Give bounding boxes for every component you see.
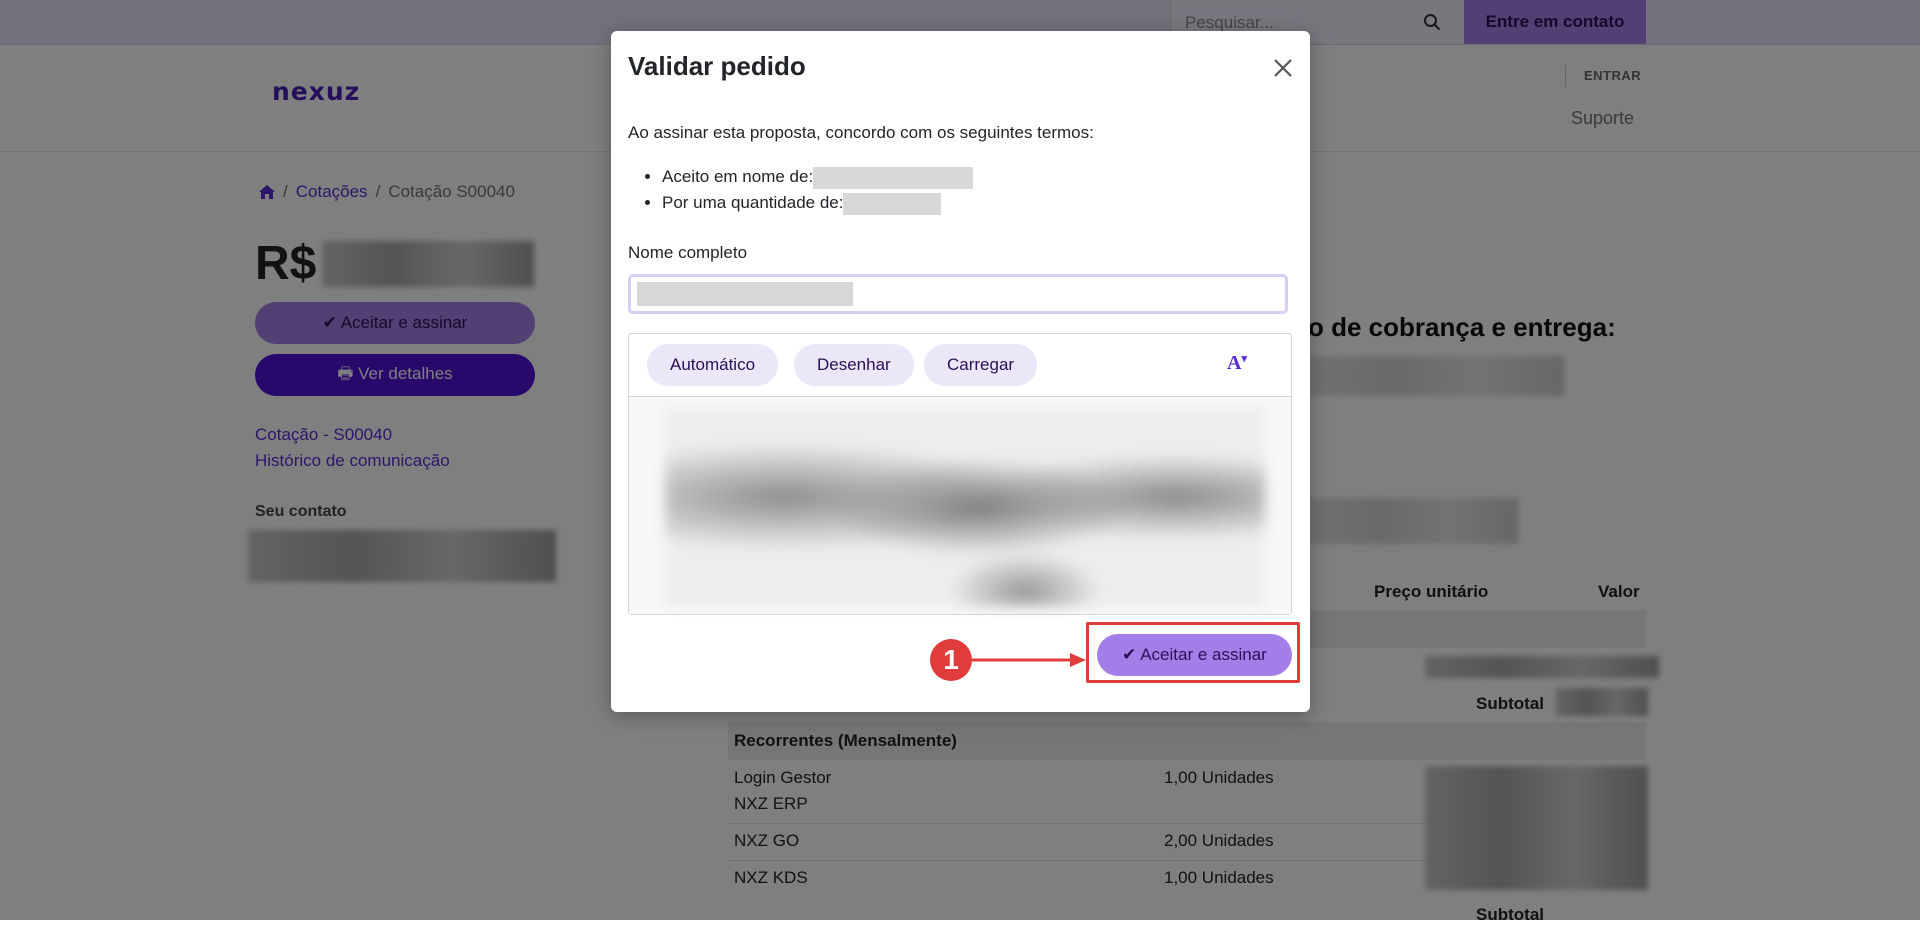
close-button[interactable] [1268,53,1298,83]
font-select-button[interactable]: A▾ [1217,348,1257,378]
term-item: Por uma quantidade de: [662,190,973,216]
step-badge: 1 [930,639,972,681]
full-name-field[interactable] [628,274,1288,314]
validate-order-modal: Validar pedido Ao assinar esta proposta,… [611,31,1310,712]
font-icon: A [1227,351,1242,374]
redacted-customer-name [813,166,974,189]
close-icon [1274,59,1292,77]
highlight-box [1086,622,1300,683]
redacted-amount [843,192,942,215]
tab-upload[interactable]: Carregar [924,344,1038,386]
signature-panel: Automático Desenhar Carregar A▾ [628,333,1292,615]
full-name-label: Nome completo [628,243,748,262]
term-label: Aceito em nome de: [662,167,814,186]
signature-toolbar: Automático Desenhar Carregar A▾ [629,334,1291,397]
tab-draw[interactable]: Desenhar [794,344,914,386]
redacted-signature [665,407,1265,607]
redacted-name-value [637,282,853,306]
term-label: Por uma quantidade de: [662,193,844,212]
term-item: Aceito em nome de: [662,164,974,190]
signature-canvas[interactable] [629,397,1291,614]
caret-down-icon: ▾ [1241,352,1247,365]
arrow-icon [972,653,1086,667]
modal-title: Validar pedido [628,51,806,81]
terms-list: Aceito em nome de: Por uma quantidade de… [628,164,974,216]
terms-intro: Ao assinar esta proposta, concordo com o… [628,123,1094,142]
tab-automatic[interactable]: Automático [647,344,779,386]
